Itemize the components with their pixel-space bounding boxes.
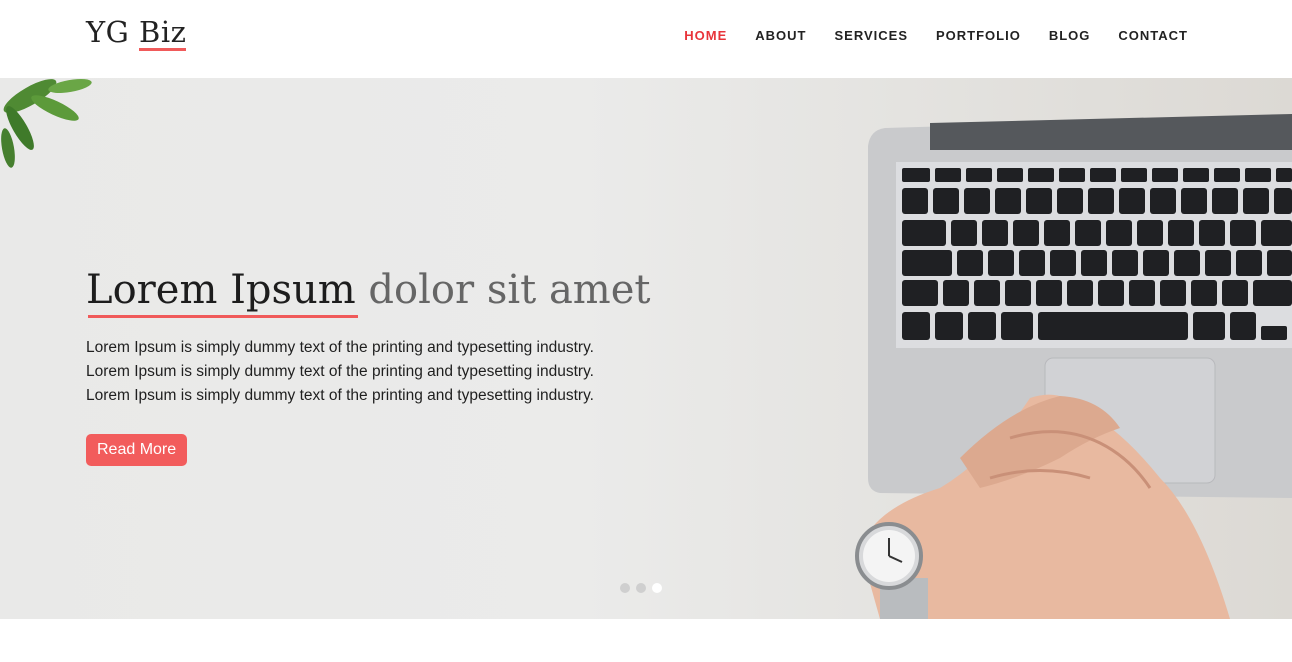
slider-dot-1[interactable] [620, 583, 630, 593]
plant-image [1, 78, 92, 168]
nav-services[interactable]: SERVICES [834, 28, 908, 43]
hero-title-light: dolor sit amet [355, 267, 651, 313]
slider-dot-2[interactable] [636, 583, 646, 593]
hero-text-line: Lorem Ipsum is simply dummy text of the … [86, 339, 594, 356]
hero-description: Lorem Ipsum is simply dummy text of the … [86, 336, 646, 408]
hero-text-line: Lorem Ipsum is simply dummy text of the … [86, 387, 594, 404]
hero-title: Lorem Ipsum dolor sit amet [86, 267, 651, 318]
logo[interactable]: YG Biz [86, 15, 187, 51]
hero-title-strong: Lorem Ipsum [86, 267, 358, 318]
read-more-button[interactable]: Read More [86, 434, 188, 466]
nav-blog[interactable]: BLOG [1049, 28, 1091, 43]
logo-text-yg: YG [86, 15, 140, 49]
nav-about[interactable]: ABOUT [755, 28, 806, 43]
nav-portfolio[interactable]: PORTFOLIO [936, 28, 1021, 43]
hero-text-line: Lorem Ipsum is simply dummy text of the … [86, 363, 594, 380]
site-header: YG Biz HOME ABOUT SERVICES PORTFOLIO BLO… [0, 0, 1292, 78]
slider-dot-3[interactable] [652, 583, 662, 593]
hero-slider: Lorem Ipsum dolor sit amet Lorem Ipsum i… [0, 78, 1292, 619]
nav-contact[interactable]: CONTACT [1118, 28, 1188, 43]
slider-pagination [620, 583, 662, 593]
logo-text-biz: Biz [139, 15, 187, 51]
main-nav: HOME ABOUT SERVICES PORTFOLIO BLOG CONTA… [684, 28, 1188, 43]
nav-home[interactable]: HOME [684, 28, 727, 43]
